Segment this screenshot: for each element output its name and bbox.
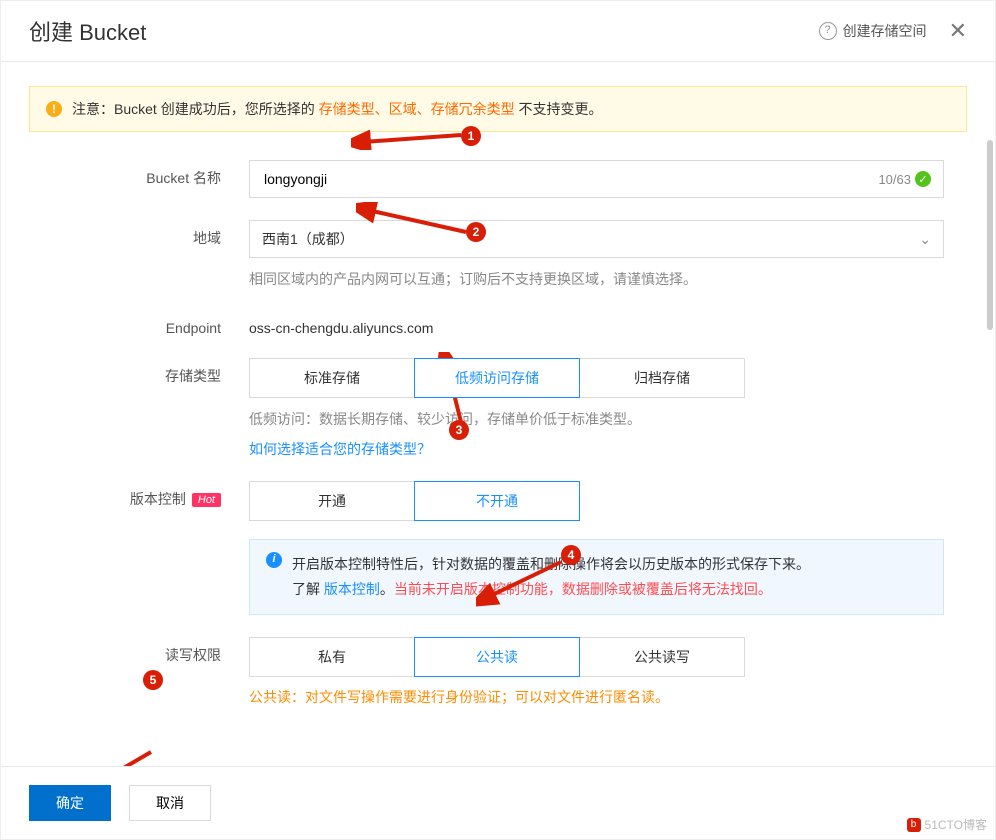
warning-text: 注意：Bucket 创建成功后，您所选择的 存储类型、区域、存储冗余类型 不支持… — [72, 99, 602, 119]
acl-option-public-read[interactable]: 公共读 — [414, 637, 580, 677]
chevron-down-icon: ⌄ — [919, 231, 931, 248]
scrollbar-thumb[interactable] — [987, 140, 993, 330]
storage-hint: 低频访问：数据长期存储、较少访问，存储单价低于标准类型。 — [249, 408, 967, 430]
watermark: b 51CTO博客 — [907, 816, 987, 833]
label-versioning: 版本控制Hot — [29, 481, 249, 509]
label-region: 地域 — [29, 220, 249, 248]
storage-help-link[interactable]: 如何选择适合您的存储类型？ — [249, 439, 967, 459]
bucket-name-counter: 10/63 — [878, 172, 911, 187]
bucket-name-input[interactable] — [262, 170, 878, 188]
label-endpoint: Endpoint — [29, 312, 249, 336]
versioning-learn-link[interactable]: 版本控制 — [324, 581, 380, 597]
bucket-name-input-wrapper: 10/63 ✓ — [249, 160, 944, 198]
info-icon: i — [266, 552, 282, 568]
help-link-label: 创建存储空间 — [843, 21, 927, 41]
close-icon[interactable]: ✕ — [949, 20, 967, 42]
region-hint: 相同区域内的产品内网可以互通；订购后不支持更换区域，请谨慎选择。 — [249, 268, 967, 290]
label-acl: 读写权限 — [29, 637, 249, 665]
confirm-button[interactable]: 确定 — [29, 785, 111, 821]
hot-badge: Hot — [192, 493, 221, 507]
acl-hint: 公共读：对文件写操作需要进行身份验证；可以对文件进行匿名读。 — [249, 687, 967, 707]
cancel-button[interactable]: 取消 — [129, 785, 211, 821]
watermark-icon: b — [907, 818, 921, 832]
dialog-title: 创建 Bucket — [29, 15, 146, 47]
label-storage-type: 存储类型 — [29, 358, 249, 386]
storage-option-ia[interactable]: 低频访问存储 — [414, 358, 580, 398]
versioning-warning: 当前未开启版本控制功能，数据删除或被覆盖后将无法找回。 — [394, 581, 772, 597]
warning-notice: ! 注意：Bucket 创建成功后，您所选择的 存储类型、区域、存储冗余类型 不… — [29, 86, 967, 132]
warning-icon: ! — [46, 101, 62, 117]
storage-option-archive[interactable]: 归档存储 — [579, 358, 745, 398]
acl-option-public-read-write[interactable]: 公共读写 — [579, 637, 745, 677]
acl-option-private[interactable]: 私有 — [249, 637, 415, 677]
region-select-value: 西南1（成都） — [262, 229, 354, 249]
versioning-info-line1: 开启版本控制特性后，针对数据的覆盖和删除操作将会以历史版本的形式保存下来。 — [292, 552, 810, 577]
label-bucket-name: Bucket 名称 — [29, 160, 249, 188]
storage-option-standard[interactable]: 标准存储 — [249, 358, 415, 398]
help-icon: ? — [819, 22, 837, 40]
versioning-option-on[interactable]: 开通 — [249, 481, 415, 521]
versioning-info: i 开启版本控制特性后，针对数据的覆盖和删除操作将会以历史版本的形式保存下来。 … — [249, 539, 944, 615]
versioning-option-off[interactable]: 不开通 — [414, 481, 580, 521]
dialog-header: 创建 Bucket ? 创建存储空间 ✕ — [1, 1, 995, 62]
dialog-footer: 确定 取消 — [1, 766, 995, 839]
region-select[interactable]: 西南1（成都） ⌄ — [249, 220, 944, 258]
help-link[interactable]: ? 创建存储空间 — [819, 21, 927, 41]
endpoint-value: oss-cn-chengdu.aliyuncs.com — [249, 312, 967, 336]
check-icon: ✓ — [915, 171, 931, 187]
